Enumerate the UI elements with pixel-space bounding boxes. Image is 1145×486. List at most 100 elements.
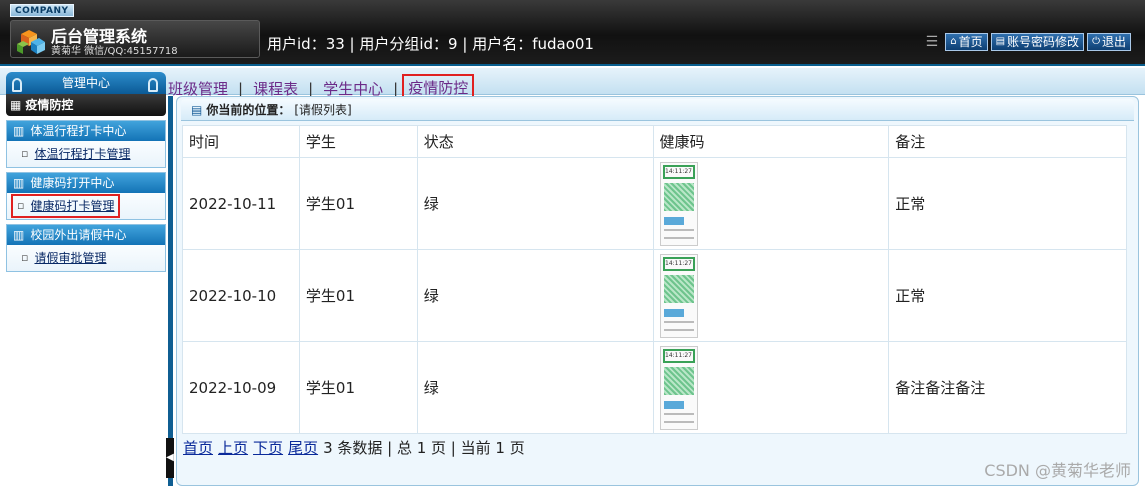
watermark: CSDN @黄菊华老师 xyxy=(984,461,1131,480)
book-icon: ▥ xyxy=(13,228,25,242)
logo-area: 后台管理系统 黄菊华 微信/QQ:45157718 xyxy=(10,20,260,58)
book-icon: ▥ xyxy=(13,124,25,138)
table-row: 2022-10-11 学生01 绿 14:11:27 正常 xyxy=(182,157,1127,250)
menu-icon[interactable]: ☰ xyxy=(926,34,939,50)
sidebar-current-section: ▦ 疫情防控 xyxy=(6,94,166,116)
top-header: COMPANY 后台管理系统 黄菊华 微信/QQ:45157718 用户id：3… xyxy=(0,0,1145,66)
top-buttons: ☰ ⌂ 首页 ▤ 账号密码修改 ⏻ 退出 xyxy=(926,33,1131,51)
nav-separator: | xyxy=(308,79,314,98)
leave-table: 时间 学生 状态 健康码 备注 2022-10-11 学生01 绿 14:11:… xyxy=(182,125,1127,434)
home-button[interactable]: ⌂ 首页 xyxy=(945,33,988,51)
document-icon: ▫ xyxy=(21,251,29,264)
collapse-arrow-icon[interactable]: ◀ xyxy=(166,438,174,478)
pager-summary: 3 条数据 | 总 1 页 | 当前 1 页 xyxy=(323,439,525,457)
sidebar-link-leave[interactable]: 请假审批管理 xyxy=(34,245,106,271)
health-code-thumbnail[interactable]: 14:11:27 xyxy=(659,253,698,338)
card-graphic xyxy=(663,400,684,409)
cell-student: 学生01 xyxy=(298,341,418,434)
health-code-time: 14:11:27 xyxy=(662,164,695,179)
column-header-student: 学生 xyxy=(298,125,418,158)
text-line-graphic xyxy=(663,420,694,423)
cell-health-code: 14:11:27 xyxy=(652,157,890,250)
sidebar-group-header[interactable]: ▥ 健康码打开中心 xyxy=(7,173,165,193)
table-header-row: 时间 学生 状态 健康码 备注 xyxy=(182,125,1127,158)
pager-first-link[interactable]: 首页 xyxy=(183,437,213,458)
pagination: 首页 上页 下页 尾页 3 条数据 | 总 1 页 | 当前 1 页 xyxy=(183,437,525,458)
cell-health-code: 14:11:27 xyxy=(652,249,890,342)
sidebar-link-temperature[interactable]: 体温行程打卡管理 xyxy=(34,141,130,167)
sidebar-group-leave: ▥ 校园外出请假中心 ▫ 请假审批管理 xyxy=(6,224,166,272)
health-code-time: 14:11:27 xyxy=(662,256,695,271)
nav-separator: | xyxy=(393,79,399,98)
cell-status: 绿 xyxy=(416,249,654,342)
qr-code-icon xyxy=(663,366,694,395)
group-title: 体温行程打卡中心 xyxy=(30,124,127,138)
sidebar-header-label: 管理中心 xyxy=(61,76,110,90)
home-icon: ⌂ xyxy=(950,36,957,47)
cell-student: 学生01 xyxy=(298,249,418,342)
user-info: 用户id：33 | 用户分组id：9 | 用户名：fudao01 xyxy=(267,35,594,53)
sidebar-group-header[interactable]: ▥ 校园外出请假中心 xyxy=(7,225,165,245)
breadcrumb-value: [请假列表] xyxy=(294,102,352,117)
sidebar-group-temperature: ▥ 体温行程打卡中心 ▫ 体温行程打卡管理 xyxy=(6,120,166,168)
table-row: 2022-10-10 学生01 绿 14:11:27 正常 xyxy=(182,249,1127,342)
sidebar-item-health-code: ▫ 健康码打卡管理 xyxy=(7,193,165,219)
account-password-button[interactable]: ▤ 账号密码修改 xyxy=(990,33,1085,51)
pager-prev-link[interactable]: 上页 xyxy=(218,437,248,458)
cell-health-code: 14:11:27 xyxy=(652,341,890,434)
table-row: 2022-10-09 学生01 绿 14:11:27 备注备注备注 xyxy=(182,341,1127,434)
sidebar: 管理中心 ▦ 疫情防控 ▥ 体温行程打卡中心 ▫ 体温行程打卡管理 ▥ 健康码打… xyxy=(6,72,166,486)
sidebar-group-health-code: ▥ 健康码打开中心 ▫ 健康码打卡管理 xyxy=(6,172,166,220)
card-graphic xyxy=(663,216,684,225)
logout-label: 退出 xyxy=(1101,35,1126,49)
health-code-thumbnail[interactable]: 14:11:27 xyxy=(659,345,698,430)
system-subtitle: 黄菊华 微信/QQ:45157718 xyxy=(51,46,178,57)
home-button-label: 首页 xyxy=(958,35,983,49)
text-line-graphic xyxy=(663,236,694,239)
pager-next-link[interactable]: 下页 xyxy=(253,437,283,458)
book-icon: ▥ xyxy=(13,176,25,190)
nav-separator: | xyxy=(238,79,244,98)
text-line-graphic xyxy=(663,228,694,231)
column-header-status: 状态 xyxy=(416,125,654,158)
health-code-time: 14:11:27 xyxy=(662,348,695,363)
cube-logo-icon xyxy=(17,30,45,54)
cell-time: 2022-10-09 xyxy=(182,341,300,434)
cell-status: 绿 xyxy=(416,341,654,434)
column-header-health-code: 健康码 xyxy=(652,125,890,158)
document-icon: ▫ xyxy=(21,147,29,160)
group-title: 健康码打开中心 xyxy=(30,176,115,190)
cell-student: 学生01 xyxy=(298,157,418,250)
pin-icon xyxy=(148,78,158,92)
cell-note: 正常 xyxy=(888,249,1127,342)
grid-icon: ▦ xyxy=(10,98,22,112)
sidebar-link-health-code[interactable]: 健康码打卡管理 xyxy=(30,197,114,215)
pager-last-link[interactable]: 尾页 xyxy=(288,437,318,458)
pin-icon xyxy=(12,78,22,92)
top-nav-bar: 班级管理 | 课程表 | 学生中心 | 疫情防控 xyxy=(0,68,1145,107)
sidebar-item-leave: ▫ 请假审批管理 xyxy=(7,245,165,271)
qr-code-icon xyxy=(663,274,694,303)
sidebar-current-label: 疫情防控 xyxy=(25,98,74,112)
account-password-label: 账号密码修改 xyxy=(1007,35,1080,49)
sidebar-splitter[interactable] xyxy=(168,96,173,486)
health-code-thumbnail[interactable]: 14:11:27 xyxy=(659,161,698,246)
window-icon: ▤ xyxy=(191,102,203,117)
main-panel: ▤ 你当前的位置： [请假列表] 时间 学生 状态 健康码 备注 2022-10… xyxy=(176,96,1139,486)
sidebar-group-header[interactable]: ▥ 体温行程打卡中心 xyxy=(7,121,165,141)
breadcrumb-label: 你当前的位置： xyxy=(206,102,291,117)
text-line-graphic xyxy=(663,412,694,415)
column-header-time: 时间 xyxy=(182,125,300,158)
cell-note: 正常 xyxy=(888,157,1127,250)
sidebar-header: 管理中心 xyxy=(6,72,166,94)
document-icon: ▫ xyxy=(17,199,25,212)
breadcrumb: ▤ 你当前的位置： [请假列表] xyxy=(181,99,1134,121)
sidebar-item-temperature: ▫ 体温行程打卡管理 xyxy=(7,141,165,167)
cell-time: 2022-10-10 xyxy=(182,249,300,342)
card-graphic xyxy=(663,308,684,317)
highlight-box: ▫ 健康码打卡管理 xyxy=(11,194,121,218)
cell-note: 备注备注备注 xyxy=(888,341,1127,434)
company-badge: COMPANY xyxy=(10,4,74,17)
group-title: 校园外出请假中心 xyxy=(30,228,127,242)
logout-button[interactable]: ⏻ 退出 xyxy=(1087,33,1131,51)
